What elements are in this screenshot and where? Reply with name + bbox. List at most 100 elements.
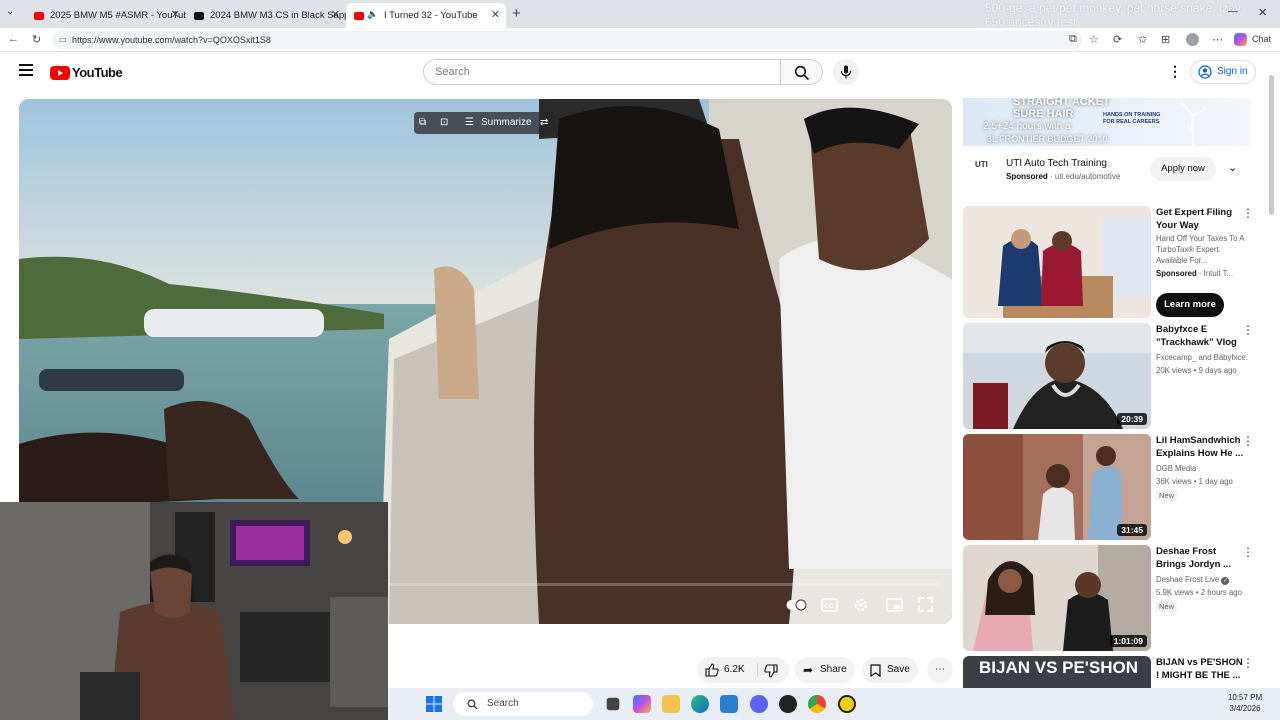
more-actions-button[interactable]: ⋯ [927,657,953,683]
ad-banner-line: STRAIGHT ACKET [1013,98,1110,108]
like-count[interactable]: 6.2K [724,657,745,683]
store-icon[interactable] [720,695,738,713]
scrollbar-thumb[interactable] [1269,75,1274,215]
new-tab-button[interactable]: + [512,5,521,22]
apply-now-button[interactable]: Apply now [1150,157,1216,181]
save-label: Save [887,664,910,675]
ad-title[interactable]: UTI Auto Tech Training [1006,158,1107,169]
video-menu-icon[interactable]: ⋮ [1242,545,1254,559]
taskbar-clock[interactable]: 10:57 PM 3/4/2026 [1222,692,1268,714]
video-thumbnail[interactable]: BIJAN VS PE'SHON [963,656,1151,688]
read-aloud-icon[interactable]: ⧉ [1069,33,1077,46]
speaker-icon[interactable]: 🔈 [367,9,378,20]
miniplayer-icon[interactable] [886,598,903,612]
ad-banner-line: 3L FRONTIER BUDGET 2010 [987,134,1108,144]
video-menu-icon[interactable]: ⋮ [1242,434,1254,448]
fullscreen-icon[interactable] [918,597,933,612]
video-title[interactable]: Deshae Frost Brings Jordyn ... [1156,545,1248,571]
video-thumbnail[interactable]: 20:39 [963,323,1151,429]
video-menu-icon[interactable]: ⋮ [1242,206,1254,220]
learn-more-button[interactable]: Learn more [1156,293,1224,317]
video-channel[interactable]: Fxcecamp_ and Babyfxce... [1156,352,1248,363]
reload-icon[interactable]: ↻ [32,33,41,46]
captions-icon[interactable]: CC [821,598,838,612]
thumbs-down-icon[interactable] [764,664,778,678]
video-title[interactable]: Babyfxce E "Trackhawk" Vlog [1156,323,1248,349]
close-tab-icon[interactable]: ✕ [331,8,340,21]
webcam-frame [0,502,388,720]
voice-search-button[interactable] [833,59,859,85]
copilot-taskbar-icon[interactable] [633,695,651,713]
browser-menu-icon[interactable]: ⋯ [1212,33,1223,46]
wind-turbine-icon [1180,101,1208,146]
new-badge: New [1156,490,1178,501]
search-button[interactable] [781,59,823,85]
tab-bmw-m3[interactable]: 2024 BMW M3 CS in Black Sapphire ✕ [186,3,346,28]
close-tab-icon[interactable]: ✕ [491,8,500,21]
tab-title: I Turned 32 - YouTube [384,10,478,21]
svg-text:CC: CC [824,603,834,610]
tab-title: 2024 BMW M3 CS in Black Sapphire [210,10,346,21]
site-info-icon[interactable]: ▭ [59,31,67,49]
youtube-logo[interactable]: YouTube [50,65,123,80]
video-thumbnail[interactable]: 31:45 [963,434,1151,540]
search-input[interactable]: Search [423,59,781,85]
tab-bmw-m5[interactable]: 2025 BMW M5 #ASMR - YouTube ✕ [26,3,186,28]
video-title[interactable]: Lil HamSandwhich Explains How He ... [1156,434,1248,460]
tab-list-button[interactable]: ⌄ [6,6,20,20]
profile-avatar[interactable] [1186,33,1199,46]
video-thumbnail[interactable]: 1:01:09 [963,545,1151,651]
autoplay-toggle-icon[interactable] [786,598,808,612]
discord-icon[interactable] [750,695,768,713]
refresh-split-icon[interactable]: ⟳ [1113,33,1122,46]
pip-icon[interactable]: ⧉ [419,112,426,134]
close-tab-icon[interactable]: ✕ [171,8,180,21]
hamburger-menu-icon[interactable] [19,64,33,76]
copilot-icon[interactable] [1234,33,1247,46]
video-thumbnail[interactable] [963,206,1151,318]
youtube-favicon-icon [34,11,44,20]
new-badge: New [1156,601,1178,612]
video-menu-icon[interactable]: ⋮ [1242,323,1254,337]
url-field[interactable]: ▭ https://www.youtube.com/watch?v=QOXOSx… [52,31,1082,49]
sign-in-button[interactable]: Sign in [1190,60,1256,84]
chat-label[interactable]: Chat [1252,34,1271,44]
video-title[interactable]: BIJAN vs PE'SHON ! MIGHT BE THE ... [1156,656,1248,684]
file-explorer-icon[interactable] [662,695,680,713]
screenshot-icon[interactable]: ⊡ [440,112,448,134]
extensions-icon[interactable]: ⊞ [1161,33,1170,46]
share-label: Share [820,664,847,675]
favorite-icon[interactable]: ☆ [1089,33,1099,46]
ad-expand-chevron-icon[interactable]: ⌄ [1228,161,1237,174]
search-icon [467,699,478,710]
favorites-icon[interactable]: ✩ [1138,33,1147,46]
progress-track[interactable] [389,583,941,586]
summarize-button[interactable]: Summarize [481,112,532,134]
share-button[interactable]: ➦ Share [795,657,855,683]
chrome-icon[interactable] [808,695,826,713]
video-channel[interactable]: Deshae Frost Live [1156,575,1219,584]
ad-logo: UTI [975,160,988,169]
windows-start-icon[interactable] [426,696,442,712]
youtube-favicon-icon [354,11,364,20]
thumbs-up-icon[interactable] [705,663,719,677]
ad-banner[interactable]: STRAIGHT ACKET SURE HAIR 2.5+24 hours wi… [963,98,1251,146]
save-button[interactable]: Save [862,657,918,683]
edge-browser-icon[interactable] [691,695,709,713]
close-window-icon[interactable]: ✕ [1258,6,1267,19]
minimize-icon[interactable]: — [1228,6,1238,17]
taskbar-search[interactable]: Search [453,692,593,716]
norton-icon[interactable] [838,695,856,713]
tab-i-turned-32[interactable]: 🔈 I Turned 32 - YouTube ✕ [346,3,506,28]
translate-icon[interactable]: ⇄ [540,112,548,134]
video-menu-icon[interactable]: ⋮ [1242,656,1254,670]
settings-gear-icon[interactable] [853,597,869,613]
task-view-icon[interactable] [606,697,620,711]
back-icon[interactable]: ← [8,33,19,45]
video-title[interactable]: Get Expert Filing Your Way [1156,206,1248,232]
save-icon [870,664,881,677]
video-channel[interactable]: DGB Media [1156,463,1248,474]
address-bar-row: ← ↻ ▭ https://www.youtube.com/watch?v=QO… [0,28,1280,52]
settings-kebab-icon[interactable]: ⋮ [1168,63,1182,80]
app-icon[interactable] [779,695,797,713]
